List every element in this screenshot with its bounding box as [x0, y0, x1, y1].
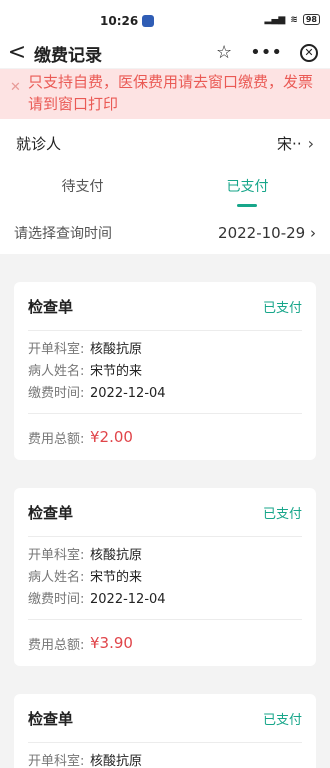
dept-label: 开单科室:	[28, 548, 85, 563]
nav-bar: < 缴费记录 ☆ ••• ✕	[0, 38, 330, 68]
record-kind: 检查单	[28, 709, 74, 728]
notice-banner: ✕ 只支持自费，医保费用请去窗口缴费，发票请到窗口打印	[0, 69, 330, 119]
status-icons: ▂▄▆ ≋ 98	[265, 14, 320, 25]
patient-value: 宋节的来	[90, 570, 143, 585]
date-value-text: 2022-10-29	[218, 224, 306, 242]
active-tab-indicator	[237, 204, 257, 207]
time-label: 缴费时间:	[28, 386, 85, 401]
record-list: 检查单 已支付 开单科室: 核酸抗原 病人姓名: 宋节的来 缴费时间: 2022-12…	[0, 254, 330, 768]
patient-label: 病人姓名:	[28, 570, 85, 585]
date-filter-label: 请选择查询时间	[14, 226, 112, 242]
nav-actions: ☆ ••• ✕	[216, 38, 318, 68]
status-badge: 已支付	[262, 506, 302, 522]
patient-label: 病人姓名:	[28, 364, 85, 379]
dept-row: 开单科室: 核酸抗原	[28, 751, 302, 768]
dept-row: 开单科室: 核酸抗原	[28, 545, 302, 567]
time-value: 2022-12-04	[90, 592, 166, 607]
dept-row: 开单科室: 核酸抗原	[28, 339, 302, 361]
payment-tabs: 待支付 已支付	[0, 167, 330, 212]
record-card[interactable]: 检查单 已支付 开单科室: 核酸抗原 病人姓名: 宋节的来 缴费时间: 2022-12…	[14, 488, 316, 666]
card-header: 检查单 已支付	[28, 694, 302, 742]
record-kind: 检查单	[28, 297, 74, 316]
status-badge: 已支付	[262, 300, 302, 316]
time-row: 缴费时间: 2022-12-04	[28, 589, 302, 611]
total-row: 费用总额: ¥2.00	[28, 414, 302, 460]
chevron-right-icon: ›	[310, 224, 316, 242]
visitor-row[interactable]: 就诊人 宋·· ›	[0, 119, 330, 167]
notice-text: 只支持自费，医保费用请去窗口缴费，发票请到窗口打印	[28, 73, 314, 113]
patient-value: 宋节的来	[90, 364, 143, 379]
card-header: 检查单 已支付	[28, 282, 302, 330]
time-value: 2022-12-04	[90, 386, 166, 401]
patient-row: 病人姓名: 宋节的来	[28, 567, 302, 589]
star-icon[interactable]: ☆	[216, 38, 232, 68]
close-icon[interactable]: ✕	[300, 44, 318, 62]
visitor-selector[interactable]: 宋·· ›	[277, 133, 314, 154]
tab-unpaid[interactable]: 待支付	[0, 167, 165, 212]
signal-icon: ▂▄▆	[264, 14, 286, 25]
card-header: 检查单 已支付	[28, 488, 302, 536]
dept-label: 开单科室:	[28, 342, 85, 357]
record-kind: 检查单	[28, 503, 74, 522]
chevron-right-icon: ›	[307, 133, 314, 153]
card-details: 开单科室: 核酸抗原	[28, 743, 302, 768]
dept-value: 核酸抗原	[90, 754, 143, 768]
patient-row: 病人姓名: 宋节的来	[28, 361, 302, 383]
more-icon[interactable]: •••	[250, 38, 282, 68]
status-badge: 已支付	[262, 712, 302, 728]
visitor-name: 宋··	[277, 134, 302, 153]
time-label: 缴费时间:	[28, 592, 85, 607]
card-details: 开单科室: 核酸抗原 病人姓名: 宋节的来 缴费时间: 2022-12-04	[28, 537, 302, 619]
clock-text: 10:26	[100, 14, 139, 28]
record-card[interactable]: 检查单 已支付 开单科室: 核酸抗原 病人姓名: 宋节的来 缴费时间: 2022-12…	[14, 282, 316, 460]
status-time: 10:26	[100, 14, 155, 28]
total-value: ¥2.00	[90, 428, 133, 446]
visitor-label: 就诊人	[16, 134, 62, 153]
page-title: 缴费记录	[34, 45, 102, 66]
total-label: 费用总额:	[28, 637, 85, 653]
battery-icon: 98	[302, 14, 320, 25]
app-notification-icon	[142, 15, 155, 27]
date-filter-value[interactable]: 2022-10-29 ›	[218, 224, 316, 242]
dept-label: 开单科室:	[28, 754, 85, 768]
dept-value: 核酸抗原	[90, 342, 143, 357]
card-details: 开单科室: 核酸抗原 病人姓名: 宋节的来 缴费时间: 2022-12-04	[28, 331, 302, 413]
dismiss-notice-icon[interactable]: ✕	[10, 77, 21, 99]
date-filter[interactable]: 请选择查询时间 2022-10-29 ›	[0, 212, 330, 254]
dept-value: 核酸抗原	[90, 548, 143, 563]
wifi-icon: ≋	[290, 14, 298, 25]
total-label: 费用总额:	[28, 431, 85, 447]
total-row: 费用总额: ¥3.90	[28, 620, 302, 666]
total-value: ¥3.90	[90, 634, 133, 652]
back-icon[interactable]: <	[0, 38, 34, 68]
time-row: 缴费时间: 2022-12-04	[28, 383, 302, 405]
record-card[interactable]: 检查单 已支付 开单科室: 核酸抗原	[14, 694, 316, 768]
